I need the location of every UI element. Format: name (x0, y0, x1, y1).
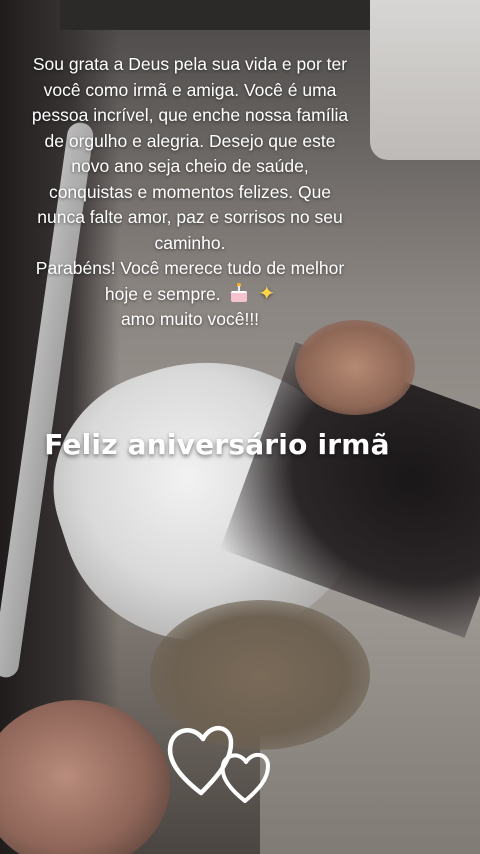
birthday-title: Feliz aniversário irmã (44, 428, 390, 461)
message-line: hoje e sempre. (104, 283, 221, 304)
message-line: novo ano seja cheio de saúde, (71, 156, 309, 176)
background-photo-top (60, 0, 380, 30)
background-photo-wall (370, 0, 480, 160)
background-photo-hand (295, 320, 415, 415)
double-heart-outline-icon (167, 726, 270, 803)
message-line: conquistas e momentos felizes. Que (48, 181, 332, 202)
message-line: de orgulho e alegria. Desejo que este (44, 130, 336, 151)
message-line: amo muito você!!! (120, 309, 260, 329)
birthday-message: Sou grata a Deus pela sua vida e por ter… (0, 52, 380, 333)
background-photo-face (0, 700, 170, 854)
message-line: caminho. (154, 232, 226, 253)
message-line: Sou grata a Deus pela sua vida e por ter (32, 54, 348, 74)
message-line: pessoa incrível, que enche nossa família (31, 105, 349, 125)
message-line: nunca falte amor, paz e sorrisos no seu (37, 207, 343, 227)
message-line: Parabéns! Você merece tudo de melhor (35, 258, 345, 278)
birthday-cake-icon (230, 282, 248, 302)
message-line-with-emoji: hoje e sempre. ✦ (0, 282, 380, 308)
story-screen: Sou grata a Deus pela sua vida e por ter… (0, 0, 480, 854)
message-line: você como irmã e amiga. Você é uma (43, 79, 337, 100)
sparkles-icon: ✦ (258, 282, 276, 305)
